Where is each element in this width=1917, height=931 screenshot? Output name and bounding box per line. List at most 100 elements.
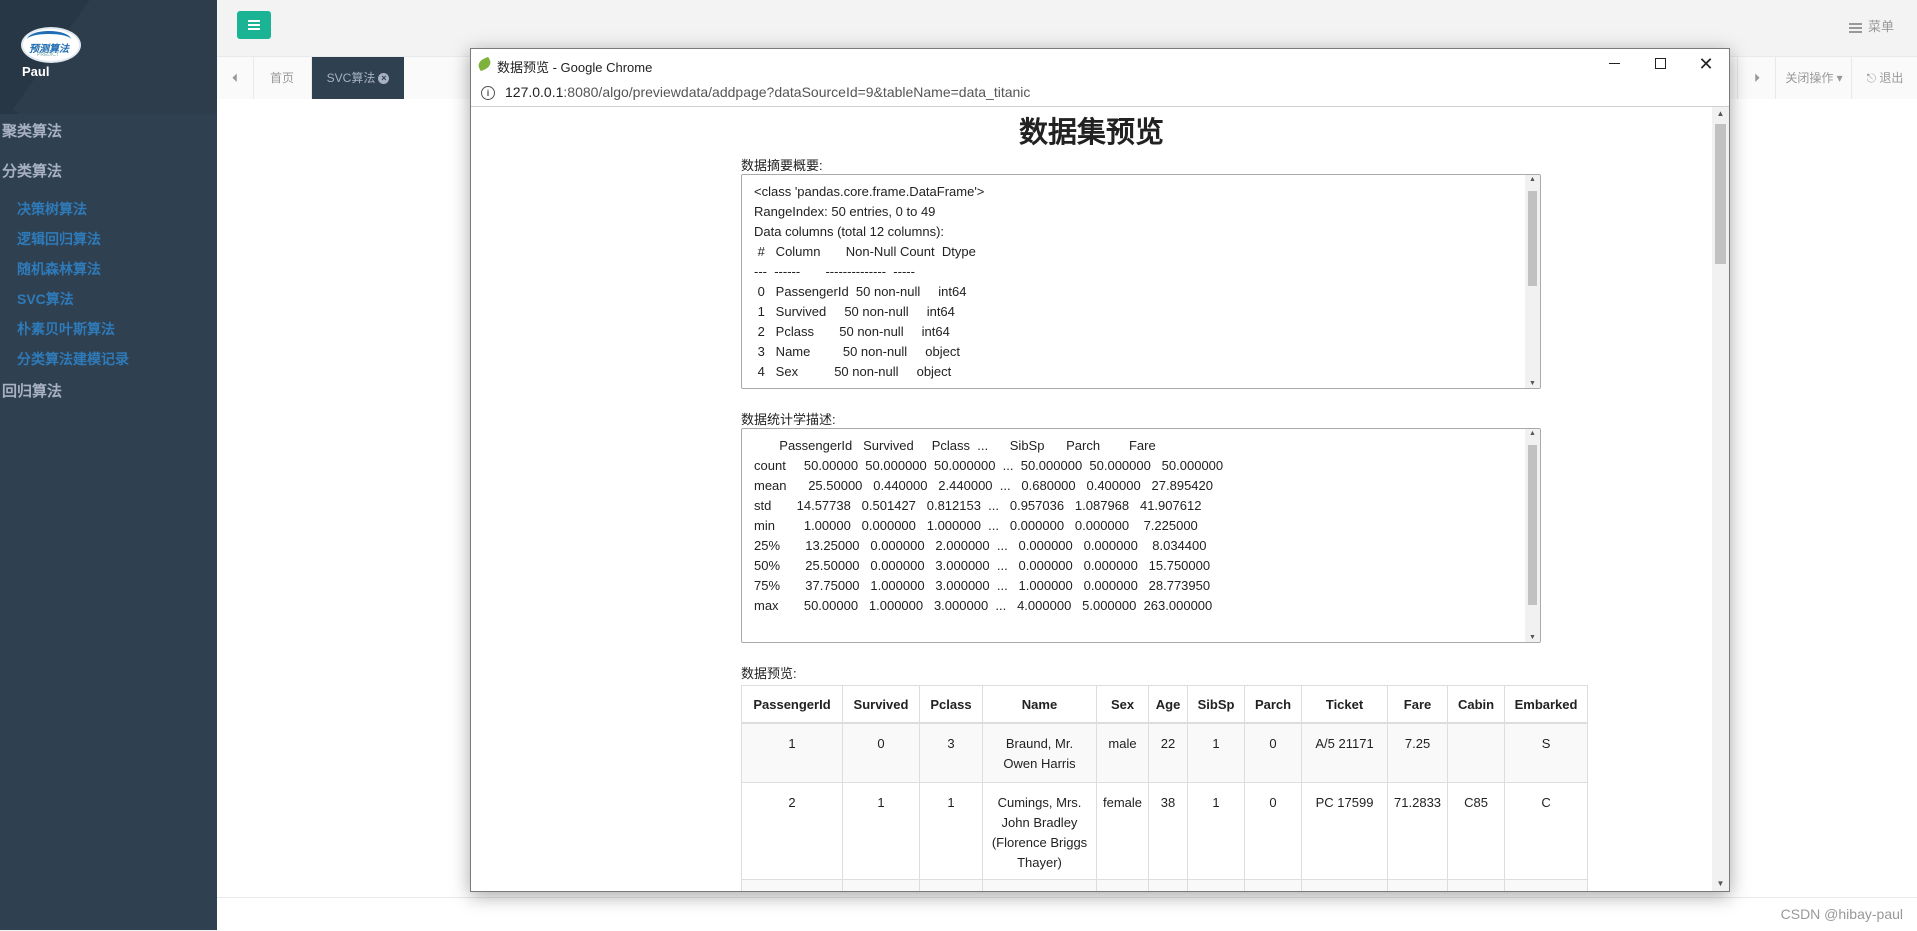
footer: CSDN @hibay-paul: [217, 897, 1917, 931]
window-titlebar[interactable]: 数据预览 - Google Chrome ✕: [471, 49, 1729, 80]
sidebar-item-clustering[interactable]: 聚类算法: [0, 114, 217, 144]
table-cell: 38: [1148, 782, 1189, 880]
sidebar-subitem-classification-records[interactable]: 分类算法建模记录: [0, 344, 217, 374]
table-cell: 1: [1187, 722, 1246, 783]
table-cell: 2: [741, 782, 843, 880]
table-cell: 3: [919, 722, 983, 783]
summary-label: 数据摘要概要:: [741, 158, 823, 173]
table-cell: [842, 879, 920, 891]
sidebar-subitem-svc[interactable]: SVC算法: [0, 284, 217, 314]
close-window-button[interactable]: ✕: [1683, 49, 1729, 80]
table-cell: 71.2833: [1387, 782, 1449, 880]
table-cell: 1: [842, 782, 920, 880]
table-cell: Cumings, Mrs. John Bradley (Florence Bri…: [982, 782, 1097, 880]
stats-label: 数据统计学描述:: [741, 412, 836, 427]
column-header: Pclass: [919, 685, 983, 724]
column-header: Fare: [1387, 685, 1449, 724]
table-cell: [1504, 879, 1589, 891]
table-cell: [1387, 879, 1449, 891]
table-cell: [1447, 722, 1506, 783]
stats-textarea[interactable]: PassengerId Survived Pclass ... SibSp Pa…: [741, 428, 1541, 643]
sidebar: 预测算法 PREDICT Paul 聚类算法 分类算法 决策树算法 逻辑回归算法…: [0, 0, 217, 930]
tab-scroll-left-button[interactable]: ⏴: [217, 57, 254, 99]
table-cell: 0: [1244, 782, 1303, 880]
sidebar-subitem-naive-bayes[interactable]: 朴素贝叶斯算法: [0, 314, 217, 344]
column-header: Sex: [1095, 685, 1150, 724]
table-cell: Braund, Mr. Owen Harris: [982, 722, 1097, 783]
sidebar-subitem-random-forest[interactable]: 随机森林算法: [0, 254, 217, 284]
table-cell: [741, 879, 843, 891]
table-cell: A/5 21171: [1301, 722, 1389, 783]
table-cell: male: [1095, 722, 1150, 783]
column-header: Name: [982, 685, 1097, 724]
column-header: PassengerId: [741, 685, 843, 724]
tab-scroll-right-button[interactable]: ⏵: [1737, 57, 1776, 99]
column-header: Cabin: [1447, 685, 1506, 724]
chrome-popup-window: 数据预览 - Google Chrome ✕ i 127.0.0.1:8080/…: [470, 48, 1730, 892]
top-navbar: 菜单: [217, 0, 1917, 52]
summary-scrollbar[interactable]: ▲ ▼: [1525, 175, 1540, 388]
menu-toggle-button[interactable]: [237, 11, 271, 39]
table-cell: [1244, 879, 1303, 891]
maximize-button[interactable]: [1637, 49, 1683, 80]
menu-link[interactable]: 菜单: [1848, 16, 1894, 35]
sidebar-subitem-decision-tree[interactable]: 决策树算法: [0, 194, 217, 224]
table-cell: [1148, 879, 1189, 891]
table-cell: [919, 879, 983, 891]
table-cell: 0: [842, 722, 920, 783]
data-preview-table: PassengerId Survived Pclass Name Sex Age…: [741, 685, 1589, 891]
user-name[interactable]: Paul: [22, 64, 49, 79]
table-cell: [982, 879, 1097, 891]
table-cell: [1095, 879, 1150, 891]
column-header: Embarked: [1504, 685, 1589, 724]
table-cell: 1: [1187, 782, 1246, 880]
address-bar[interactable]: i 127.0.0.1:8080/algo/previewdata/addpag…: [471, 80, 1729, 107]
sidebar-nav: 聚类算法 分类算法 决策树算法 逻辑回归算法 随机森林算法 SVC算法 朴素贝叶…: [0, 114, 217, 414]
column-header: SibSp: [1187, 685, 1246, 724]
sidebar-item-classification[interactable]: 分类算法: [0, 154, 217, 184]
table-cell: 1: [919, 782, 983, 880]
table-row: [741, 879, 1589, 891]
preview-label: 数据预览:: [741, 666, 797, 681]
table-cell: 0: [1244, 722, 1303, 783]
page-viewport: 数据集预览 数据摘要概要: <class 'pandas.core.frame.…: [471, 107, 1712, 891]
table-row: 2 1 1 Cumings, Mrs. John Bradley (Floren…: [741, 782, 1589, 880]
sidebar-header: 预测算法 PREDICT Paul: [0, 0, 217, 114]
table-cell: 22: [1148, 722, 1189, 783]
table-cell: [1447, 879, 1506, 891]
tab-home[interactable]: 首页: [253, 57, 312, 99]
column-header: Parch: [1244, 685, 1303, 724]
table-header-row: PassengerId Survived Pclass Name Sex Age…: [741, 685, 1589, 724]
table-cell: female: [1095, 782, 1150, 880]
table-cell: C85: [1447, 782, 1506, 880]
table-row: 1 0 3 Braund, Mr. Owen Harris male 22 1 …: [741, 722, 1589, 783]
close-operations-dropdown[interactable]: 关闭操作 ▾: [1775, 57, 1852, 99]
table-cell: 7.25: [1387, 722, 1449, 783]
scroll-down-arrow-icon[interactable]: ▼: [1712, 877, 1729, 891]
window-title: 数据预览 - Google Chrome: [497, 60, 653, 75]
page-title: 数据集预览: [1018, 117, 1164, 149]
logout-button[interactable]: ⎋ 退出: [1851, 57, 1917, 99]
logo: 预测算法 PREDICT: [21, 27, 81, 63]
scroll-thumb[interactable]: [1715, 124, 1726, 264]
scroll-up-arrow-icon[interactable]: ▲: [1712, 107, 1729, 121]
column-header: Survived: [842, 685, 920, 724]
summary-textarea[interactable]: <class 'pandas.core.frame.DataFrame'> Ra…: [741, 174, 1541, 389]
leaf-icon: [476, 56, 493, 72]
watermark: CSDN @hibay-paul: [1780, 906, 1903, 922]
info-icon[interactable]: i: [481, 86, 495, 100]
table-cell: C: [1504, 782, 1589, 880]
column-header: Ticket: [1301, 685, 1389, 724]
column-header: Age: [1148, 685, 1189, 724]
stats-scrollbar[interactable]: ▲ ▼: [1525, 429, 1540, 642]
table-cell: S: [1504, 722, 1589, 783]
list-icon: [1848, 22, 1862, 33]
sidebar-item-regression[interactable]: 回归算法: [0, 374, 217, 404]
close-icon[interactable]: ×: [378, 73, 390, 85]
table-cell: [1187, 879, 1246, 891]
url-text[interactable]: 127.0.0.1:8080/algo/previewdata/addpage?…: [505, 84, 1030, 100]
page-scrollbar[interactable]: ▲ ▼: [1712, 107, 1729, 891]
sidebar-subitem-logistic-regression[interactable]: 逻辑回归算法: [0, 224, 217, 254]
tab-svc[interactable]: SVC算法 ×: [312, 57, 404, 99]
minimize-button[interactable]: [1591, 49, 1637, 80]
